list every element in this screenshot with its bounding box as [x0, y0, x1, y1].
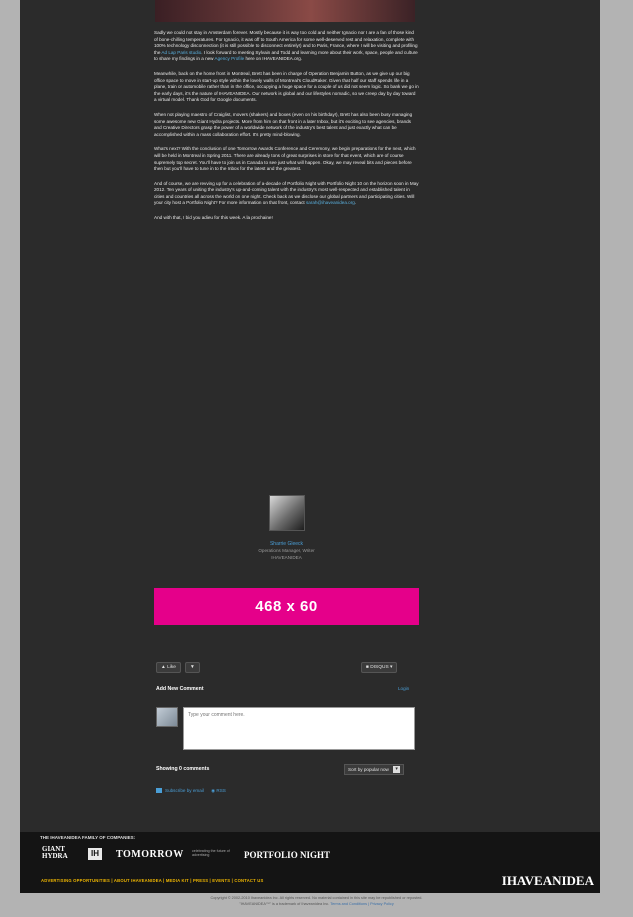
article-paragraph: Sadly we could not stay in Amsterdam for…: [154, 30, 418, 62]
dislike-button[interactable]: ▼: [185, 662, 200, 673]
article-paragraph: Meanwhile, back on the home front in Mon…: [154, 70, 419, 103]
article-paragraph: When not playing maestro of Craiglist, m…: [154, 111, 413, 137]
ad-banner[interactable]: 468 x 60: [154, 588, 419, 625]
author-avatar[interactable]: [268, 495, 305, 531]
commenter-avatar: [156, 707, 178, 727]
chevron-down-icon: ▾: [390, 665, 393, 670]
hero-image: [155, 0, 415, 22]
like-button[interactable]: ▲ Like: [156, 662, 181, 673]
thumbs-down-icon: ▼: [190, 665, 195, 670]
chevron-down-icon: ▾: [393, 766, 401, 774]
comment-input[interactable]: [183, 707, 415, 750]
ihaveanidea-badge-logo[interactable]: IH: [88, 848, 102, 860]
subscribe-row: Subscribe by email ◉ RSS: [156, 788, 226, 794]
article-paragraph: And with that, I bid you adieu for this …: [154, 215, 273, 221]
giant-hydra-logo[interactable]: GIANT HYDRA: [42, 846, 68, 860]
add-comment-title: Add New Comment: [156, 686, 204, 692]
author-company: IHAVEANIDEA: [271, 555, 302, 560]
rss-icon: ◉: [211, 788, 216, 793]
article-body: Sadly we could not stay in Amsterdam for…: [154, 30, 419, 230]
site-footer: THE IHAVEANIDEA FAMILY OF COMPANIES: GIA…: [20, 832, 600, 893]
author-title: Operations Manager, Writer: [258, 548, 315, 553]
article-paragraph: What's next? With the conclusion of one …: [154, 146, 416, 172]
studio-link[interactable]: Ad Lap Paris studio: [161, 50, 201, 55]
thumbs-up-icon: ▲: [161, 665, 166, 670]
footer-brand-logo[interactable]: IHAVEANIDEA: [502, 873, 594, 889]
author-block: Sharrie Gleeck Operations Manager, Write…: [154, 495, 419, 561]
tomorrow-tagline: celebrating the future of advertising: [192, 849, 230, 857]
email-icon: [156, 788, 162, 794]
agency-profile-link[interactable]: Agency Profile: [215, 56, 245, 61]
tomorrow-awards-logo[interactable]: TOMORROW: [116, 849, 184, 860]
login-link[interactable]: Login: [398, 686, 409, 691]
user-icon: ■: [366, 665, 369, 670]
page-container: Sadly we could not stay in Amsterdam for…: [20, 0, 600, 893]
family-title: THE IHAVEANIDEA FAMILY OF COMPANIES:: [40, 835, 136, 840]
contact-email-link[interactable]: sarah@ihaveanidea.org: [306, 200, 355, 205]
rss-link[interactable]: ◉ RSS: [211, 788, 226, 793]
terms-privacy-link[interactable]: Terms and Conditions | Privacy Policy: [330, 902, 393, 906]
footer-nav[interactable]: ADVERTISING OPPORTUNITIES | ABOUT IHAVEA…: [41, 878, 264, 883]
disqus-button[interactable]: ■ DISQUS ▾: [361, 662, 398, 673]
article-paragraph: And of course, we are revving up for a c…: [154, 180, 419, 206]
subscribe-email-link[interactable]: Subscribe by email: [165, 788, 204, 793]
comment-count: Showing 0 comments: [156, 766, 210, 772]
portfolio-night-logo[interactable]: PORTFOLIO NIGHT: [244, 850, 330, 860]
copyright: Copyright © 2002-2010 Ihaveanidea Inc. A…: [210, 896, 423, 906]
sort-dropdown[interactable]: Sort by popular now ▾: [344, 764, 405, 775]
